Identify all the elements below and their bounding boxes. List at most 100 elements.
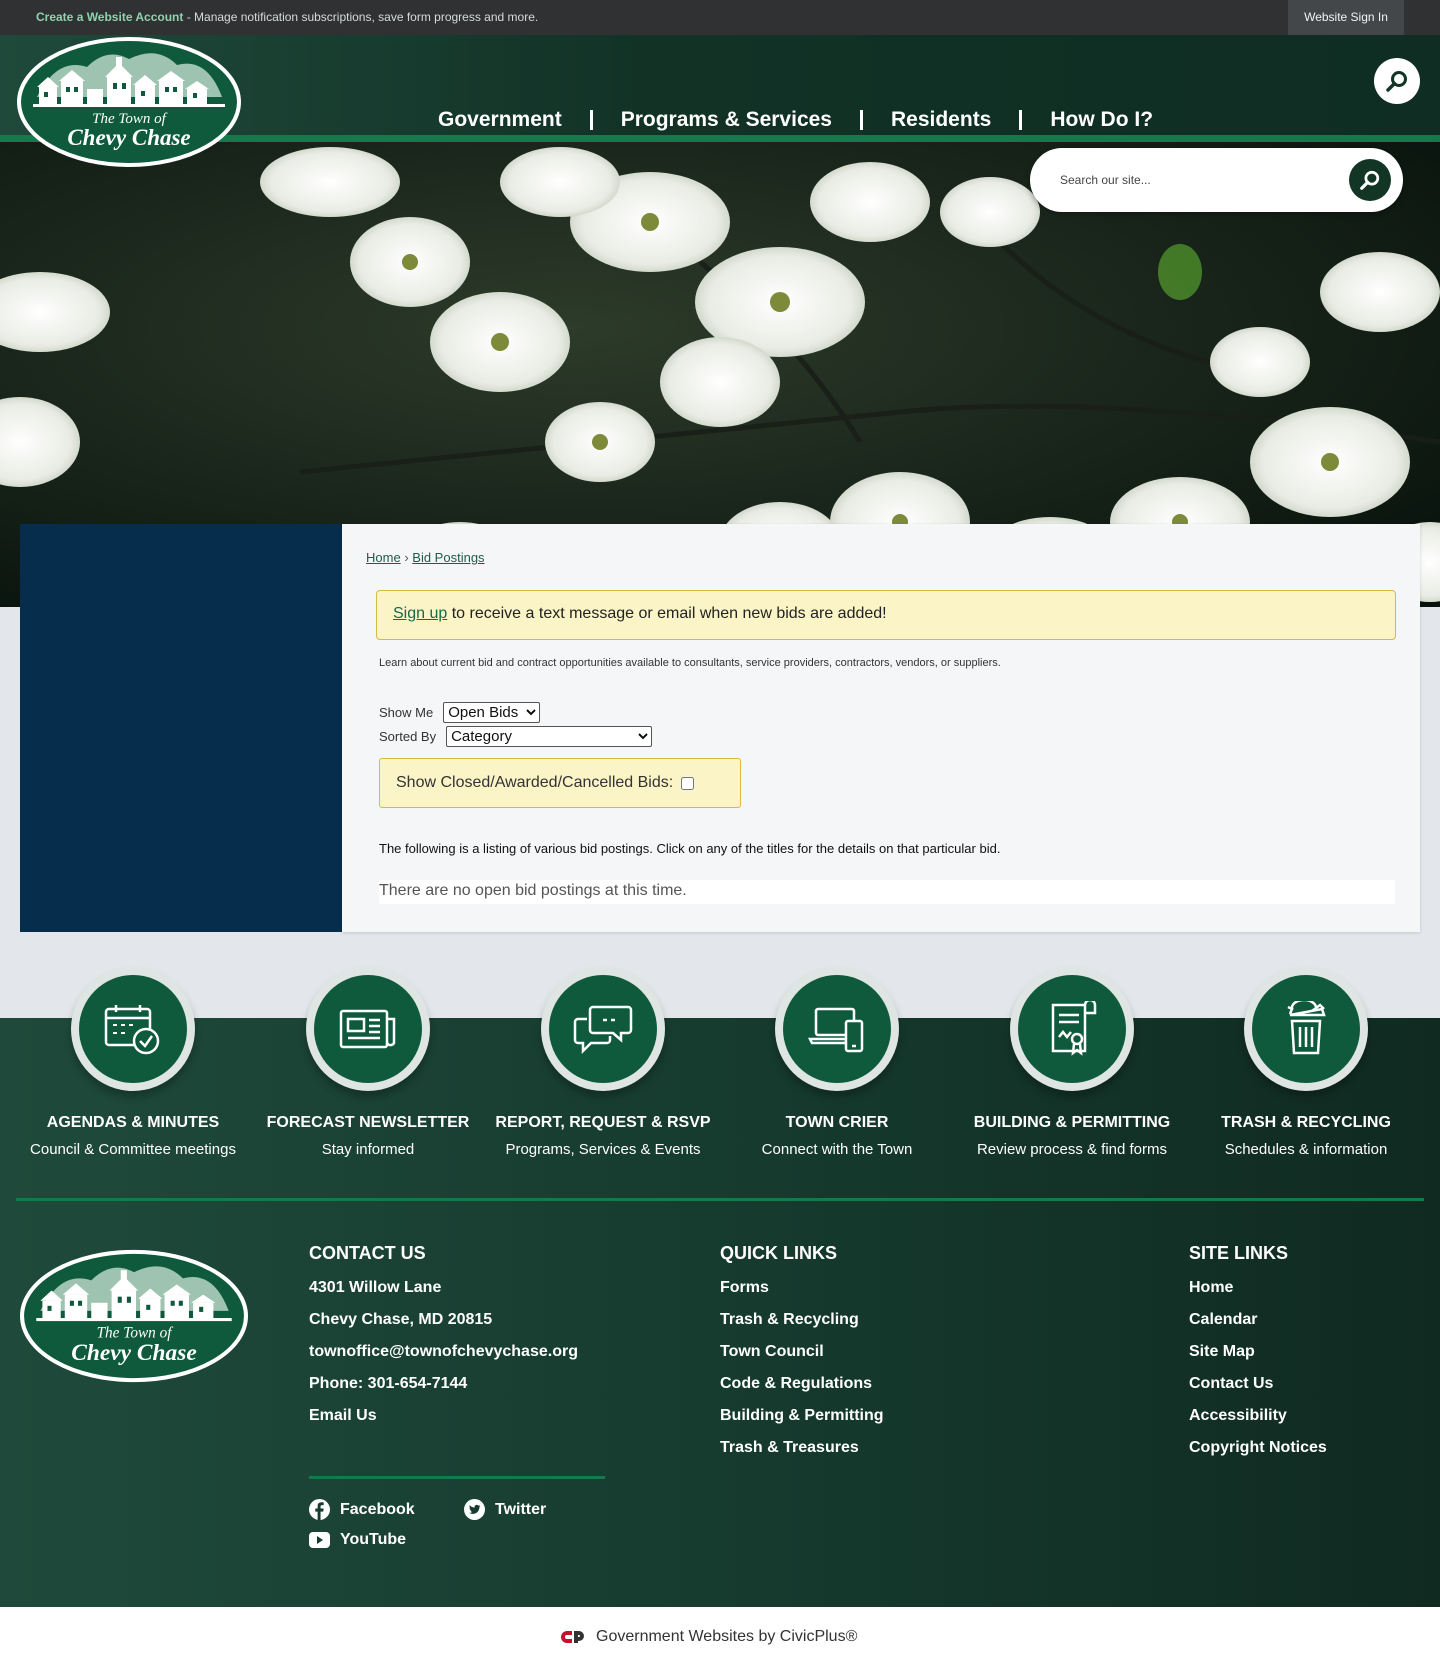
bottom-credit-bar: Government Websites by CivicPlus® (0, 1607, 1440, 1673)
breadcrumb: Home › Bid Postings (366, 550, 485, 565)
site-link-contact-us[interactable]: Contact Us (1189, 1375, 1273, 1392)
site-link-accessibility[interactable]: Accessibility (1189, 1407, 1287, 1424)
site-link-home[interactable]: Home (1189, 1279, 1233, 1296)
quick-link-title: TOWN CRIER (785, 1114, 889, 1131)
chat-bubbles-icon (573, 1005, 633, 1055)
trash-can-icon (1287, 1001, 1326, 1055)
email-us-link[interactable]: Email Us (309, 1407, 377, 1424)
facebook-link[interactable]: Facebook (309, 1499, 415, 1520)
quick-link-town-crier[interactable]: TOWN CRIER Connect with the Town (719, 967, 955, 1158)
quick-link-forecast-newsletter[interactable]: FORECAST NEWSLETTER Stay informed (250, 967, 486, 1158)
sorted-by-label: Sorted By (379, 729, 437, 744)
footer-link-trash-treasures[interactable]: Trash & Treasures (720, 1439, 859, 1456)
facebook-icon (309, 1499, 330, 1520)
nav-how-do-i[interactable]: How Do I? (1022, 108, 1181, 132)
footer-contact-column: CONTACT US 4301 Willow Lane Chevy Chase,… (309, 1243, 578, 1439)
quick-link-title: REPORT, REQUEST & RSVP (495, 1114, 711, 1131)
site-search-input[interactable] (1060, 168, 1340, 192)
header-search-toggle-button[interactable] (1374, 58, 1420, 104)
breadcrumb-bid-postings-link[interactable]: Bid Postings (412, 550, 484, 565)
create-account-message: Create a Website Account - Manage notifi… (36, 10, 538, 24)
show-me-row: Show Me Open Bids (379, 702, 541, 723)
quick-link-title: TRASH & RECYCLING (1221, 1114, 1391, 1131)
civicplus-logo-icon (561, 1631, 584, 1643)
main-content-panel: Home › Bid Postings Sign up to receive a… (342, 524, 1420, 932)
quick-link-subtitle: Review process & find forms (976, 1141, 1168, 1158)
show-closed-bids-box: Show Closed/Awarded/Cancelled Bids: (379, 758, 741, 808)
no-bids-message: There are no open bid postings at this t… (379, 880, 1395, 904)
quick-link-icon-circle (541, 967, 665, 1091)
youtube-icon (309, 1532, 330, 1548)
left-sidebar (20, 524, 342, 932)
quick-link-agendas-minutes[interactable]: AGENDAS & MINUTES Council & Committee me… (15, 967, 251, 1158)
twitter-label: Twitter (495, 1500, 547, 1518)
contact-email-link[interactable]: townoffice@townofchevychase.org (309, 1343, 578, 1360)
quick-link-title: FORECAST NEWSLETTER (266, 1114, 470, 1131)
civicplus-credit-text: Government Websites by CivicPlus® (596, 1628, 858, 1645)
show-me-label: Show Me (379, 705, 434, 720)
footer-link-trash-recycling[interactable]: Trash & Recycling (720, 1311, 859, 1328)
sign-up-link[interactable]: Sign up (393, 605, 447, 622)
youtube-label: YouTube (340, 1531, 407, 1548)
contact-address-line-1: 4301 Willow Lane (309, 1279, 442, 1296)
sorted-by-row: Sorted By Category (379, 726, 653, 747)
footer-divider (16, 1198, 1424, 1201)
calendar-check-icon (104, 1005, 160, 1055)
footer-link-code-regulations[interactable]: Code & Regulations (720, 1375, 872, 1392)
footer-quick-links-column: QUICK LINKS Forms Trash & Recycling Town… (720, 1243, 884, 1471)
footer-link-forms[interactable]: Forms (720, 1279, 769, 1296)
logo-line-2: Chevy Chase (67, 125, 190, 150)
youtube-link[interactable]: YouTube (309, 1531, 406, 1549)
show-closed-bids-label: Show Closed/Awarded/Cancelled Bids: (396, 774, 674, 791)
site-search-submit-button[interactable] (1349, 159, 1391, 201)
footer-link-building-permitting[interactable]: Building & Permitting (720, 1407, 884, 1424)
site-links-heading: SITE LINKS (1189, 1243, 1289, 1263)
create-account-text: - Manage notification subscriptions, sav… (183, 10, 539, 24)
nav-residents[interactable]: Residents (863, 108, 1019, 132)
contact-address-line-2: Chevy Chase, MD 20815 (309, 1311, 493, 1328)
civicplus-credit-link[interactable]: Government Websites by CivicPlus® (560, 1628, 857, 1646)
show-closed-bids-checkbox[interactable] (681, 776, 695, 790)
social-divider (309, 1476, 605, 1479)
listing-description: The following is a listing of various bi… (379, 841, 1001, 856)
permit-document-icon (1051, 1001, 1097, 1056)
breadcrumb-home-link[interactable]: Home (366, 550, 401, 565)
quick-link-icon-circle (71, 967, 195, 1091)
create-account-link[interactable]: Create a Website Account (36, 10, 183, 24)
quick-link-icon-circle (306, 967, 430, 1091)
quick-link-subtitle: Connect with the Town (761, 1141, 913, 1158)
quick-link-subtitle: Council & Committee meetings (30, 1141, 236, 1158)
show-me-select[interactable]: Open Bids (443, 702, 541, 723)
signup-notice: Sign up to receive a text message or ema… (376, 590, 1396, 640)
signup-notice-text: to receive a text message or email when … (447, 605, 887, 622)
breadcrumb-separator: › (404, 550, 409, 565)
site-link-site-map[interactable]: Site Map (1189, 1343, 1255, 1360)
quick-links-heading: QUICK LINKS (720, 1243, 837, 1263)
quick-link-subtitle: Programs, Services & Events (505, 1141, 701, 1158)
website-sign-in-button[interactable]: Website Sign In (1288, 0, 1404, 35)
site-link-copyright-notices[interactable]: Copyright Notices (1189, 1439, 1327, 1456)
contact-heading: CONTACT US (309, 1243, 426, 1263)
newspaper-icon (339, 1009, 396, 1049)
intro-text: Learn about current bid and contract opp… (379, 657, 1001, 669)
twitter-icon (464, 1499, 485, 1520)
footer-link-town-council[interactable]: Town Council (720, 1343, 824, 1360)
facebook-label: Facebook (340, 1500, 415, 1518)
footer-town-logo[interactable]: The Town of Chevy Chase (20, 1249, 248, 1383)
quick-link-trash-recycling[interactable]: TRASH & RECYCLING Schedules & informatio… (1188, 967, 1424, 1158)
quick-link-icon-circle (1244, 967, 1368, 1091)
quick-link-title: AGENDAS & MINUTES (46, 1114, 220, 1131)
quick-link-report-request-rsvp[interactable]: REPORT, REQUEST & RSVP Programs, Service… (485, 967, 721, 1158)
site-link-calendar[interactable]: Calendar (1189, 1311, 1257, 1328)
nav-government[interactable]: Government (410, 108, 590, 132)
sorted-by-select[interactable]: Category (446, 726, 653, 747)
nav-programs-services[interactable]: Programs & Services (593, 108, 860, 132)
quick-link-building-permitting[interactable]: BUILDING & PERMITTING Review process & f… (954, 967, 1190, 1158)
search-icon (1360, 170, 1380, 190)
town-logo[interactable]: The Town of Chevy Chase (17, 37, 241, 167)
main-navigation: Government Programs & Services Residents… (410, 105, 1181, 135)
quick-link-icon-circle (1010, 967, 1134, 1091)
quick-link-subtitle: Stay informed (321, 1141, 415, 1158)
footer-logo-line-2: Chevy Chase (71, 1340, 196, 1366)
twitter-link[interactable]: Twitter (464, 1499, 546, 1520)
